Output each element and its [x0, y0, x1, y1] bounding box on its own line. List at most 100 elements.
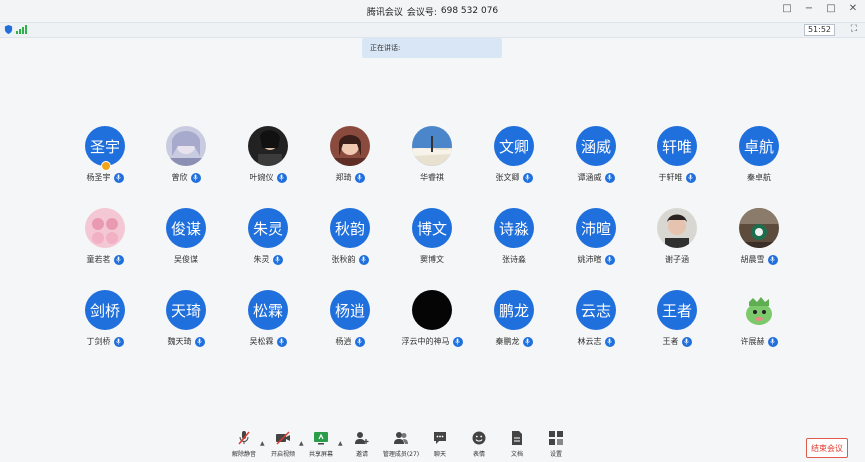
- participant-name: 浮云中的神马: [401, 337, 450, 346]
- docs-button[interactable]: 文档: [495, 430, 539, 458]
- settings-grid-icon: [549, 431, 563, 445]
- mic-icon: [604, 172, 615, 183]
- avatar[interactable]: 云志: [576, 290, 616, 330]
- participant-name: 童若茗: [86, 255, 111, 264]
- mic-icon: [194, 336, 205, 347]
- participant-name-row: 窦博文: [402, 254, 462, 265]
- status-bar: 51:52 ⛶: [0, 22, 865, 38]
- end-meeting-button[interactable]: 结束会议: [806, 438, 848, 458]
- avatar[interactable]: 轩唯: [657, 126, 697, 166]
- mic-icon: [358, 254, 369, 265]
- minimize-icon[interactable]: −: [803, 3, 815, 14]
- mic-icon: [113, 336, 124, 347]
- participant-name: 朱灵: [253, 255, 270, 264]
- close-icon[interactable]: ✕: [847, 3, 859, 14]
- participant-name: 张诗淼: [502, 255, 526, 264]
- avatar[interactable]: 圣宇: [85, 126, 125, 166]
- participant-name-row: 叶婉仪: [238, 172, 298, 183]
- avatar[interactable]: 涵威: [576, 126, 616, 166]
- participant-name: 胡晨雪: [740, 255, 765, 264]
- participant-name: 郑琦: [335, 173, 352, 182]
- share-screen-button[interactable]: 共享屏幕: [299, 430, 343, 458]
- mic-icon: [190, 172, 201, 183]
- avatar[interactable]: 王者: [657, 290, 697, 330]
- avatar[interactable]: [330, 126, 370, 166]
- avatar[interactable]: 鹏龙: [494, 290, 534, 330]
- participant-name-row: 丁剑桥: [75, 336, 135, 347]
- participant-name-row: 秦卓航: [729, 172, 789, 183]
- shield-icon[interactable]: [4, 25, 13, 34]
- video-label: 开启视频: [270, 451, 295, 458]
- bottom-toolbar: 解除静音 ▲ 开启视频 ▲ 共享屏幕 ▲ 邀请 管理成员(27) 聊天 表情 文…: [0, 430, 865, 462]
- participant-name: 杨逍: [335, 337, 352, 346]
- participant-name-row: 许展赫: [729, 336, 789, 347]
- participant-name-row: 曾欣: [156, 172, 216, 183]
- participant-name-row: 郑琦: [320, 172, 380, 183]
- mic-icon: [452, 336, 463, 347]
- members-button[interactable]: 管理成员(27): [379, 430, 423, 458]
- avatar[interactable]: [657, 208, 697, 248]
- participant-name-row: 谭涵威: [566, 172, 626, 183]
- participant-name-row: 吴俊谋: [156, 254, 216, 265]
- app-name: 腾讯会议: [366, 7, 403, 18]
- participant-name: 张文卿: [495, 173, 520, 182]
- avatar[interactable]: 松霖: [248, 290, 288, 330]
- signal-icon[interactable]: [16, 25, 27, 34]
- mic-icon: [354, 172, 365, 183]
- avatar[interactable]: 沛暄: [576, 208, 616, 248]
- avatar[interactable]: [412, 290, 452, 330]
- avatar[interactable]: 杨逍: [330, 290, 370, 330]
- participant-name: 华睿祺: [420, 173, 444, 182]
- avatar[interactable]: 文卿: [494, 126, 534, 166]
- avatar[interactable]: 秋韵: [330, 208, 370, 248]
- participant-name-row: 张诗淼: [484, 254, 544, 265]
- invite-button[interactable]: 邀请: [340, 430, 384, 458]
- participant-name-row: 秦鹏龙: [484, 336, 544, 347]
- mic-icon: [522, 336, 533, 347]
- participant-name-row: 童若茗: [75, 254, 135, 265]
- participant-name: 林云志: [577, 337, 602, 346]
- maximize-icon[interactable]: □: [825, 3, 837, 14]
- avatar[interactable]: 剑桥: [85, 290, 125, 330]
- participant-name: 窦博文: [420, 255, 444, 264]
- mic-icon: [681, 336, 692, 347]
- avatar[interactable]: [739, 290, 779, 330]
- mic-icon: [685, 172, 696, 183]
- chat-button[interactable]: 聊天: [418, 430, 462, 458]
- mic-icon: [767, 254, 778, 265]
- participant-name-row: 胡晨雪: [729, 254, 789, 265]
- avatar[interactable]: 朱灵: [248, 208, 288, 248]
- meeting-id: 698 532 076: [440, 6, 499, 16]
- avatar[interactable]: 俊谋: [166, 208, 206, 248]
- mic-icon: [604, 254, 615, 265]
- avatar[interactable]: [85, 208, 125, 248]
- participant-name-row: 林云志: [566, 336, 626, 347]
- restore-icon[interactable]: □: [781, 3, 793, 14]
- avatar[interactable]: 卓航: [739, 126, 779, 166]
- members-label: 管理成员(27): [382, 451, 420, 458]
- participant-name: 吴松霖: [249, 337, 274, 346]
- participant-name: 王者: [662, 337, 679, 346]
- avatar[interactable]: 诗淼: [494, 208, 534, 248]
- chat-label: 聊天: [433, 451, 446, 458]
- participant-name-row: 张文卿: [484, 172, 544, 183]
- avatar[interactable]: 博文: [412, 208, 452, 248]
- avatar[interactable]: 天琦: [166, 290, 206, 330]
- mic-icon: [113, 172, 124, 183]
- meeting-id-label: 会议号:: [406, 7, 437, 18]
- participant-name-row: 杨逍: [320, 336, 380, 347]
- participant-name-row: 吴松霖: [238, 336, 298, 347]
- avatar[interactable]: [166, 126, 206, 166]
- participant-name: 张秋韵: [331, 255, 356, 264]
- participant-name-row: 王者: [647, 336, 707, 347]
- avatar[interactable]: [248, 126, 288, 166]
- participant-name-row: 华睿祺: [402, 172, 462, 183]
- avatar[interactable]: [412, 126, 452, 166]
- avatar[interactable]: [739, 208, 779, 248]
- mic-icon: [354, 336, 365, 347]
- participant-name: 魏天琦: [167, 337, 192, 346]
- participant-name-row: 朱灵: [238, 254, 298, 265]
- participant-name: 谢子涵: [665, 255, 689, 264]
- fullscreen-icon[interactable]: ⛶: [851, 24, 857, 34]
- settings-button[interactable]: 设置: [534, 430, 578, 458]
